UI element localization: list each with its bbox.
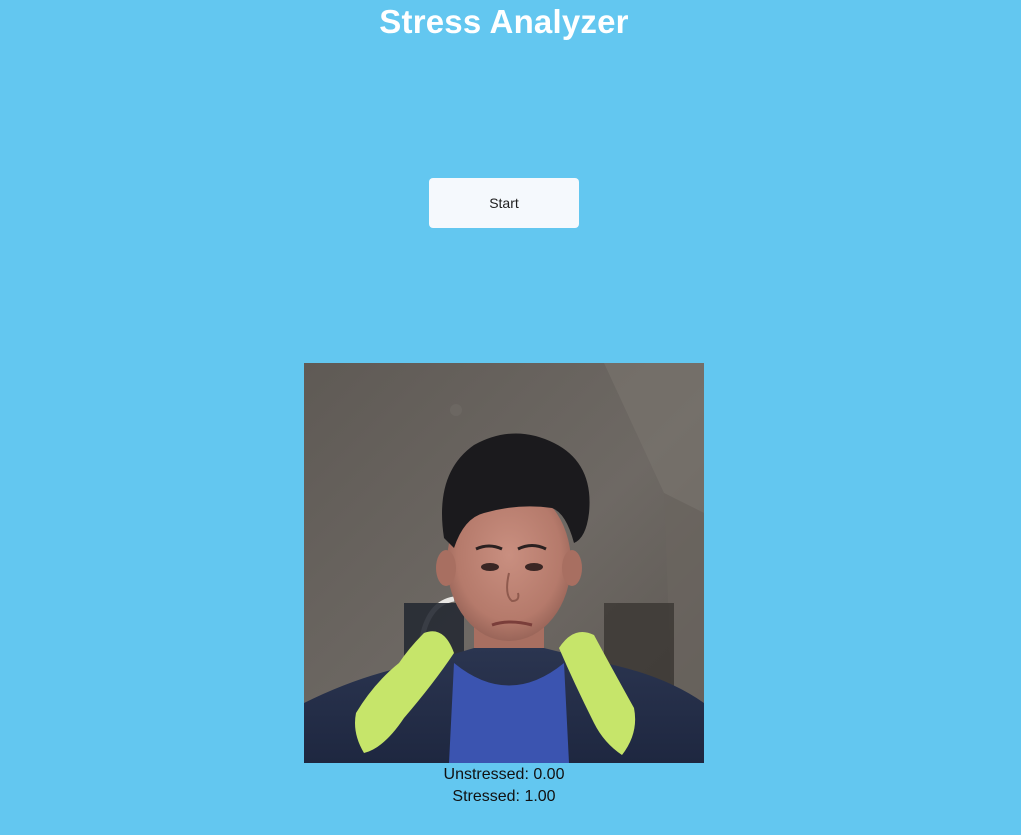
stressed-label: Stressed	[452, 788, 516, 805]
results-panel: Unstressed: 0.00 Stressed: 1.00	[304, 764, 704, 808]
webcam-frame-image	[304, 363, 704, 763]
stressed-value: 1.00	[524, 788, 556, 805]
unstressed-score: Unstressed: 0.00	[443, 766, 565, 783]
webcam-video	[304, 363, 704, 763]
unstressed-value: 0.00	[533, 766, 565, 783]
page-title: Stress Analyzer	[379, 3, 629, 40]
start-button[interactable]: Start	[429, 178, 579, 228]
stressed-score: Stressed: 1.00	[452, 788, 556, 805]
unstressed-label: Unstressed	[443, 766, 525, 783]
stress-analyzer-page: Stress Analyzer Start Unstressed: 0.00 S…	[0, 0, 1021, 835]
